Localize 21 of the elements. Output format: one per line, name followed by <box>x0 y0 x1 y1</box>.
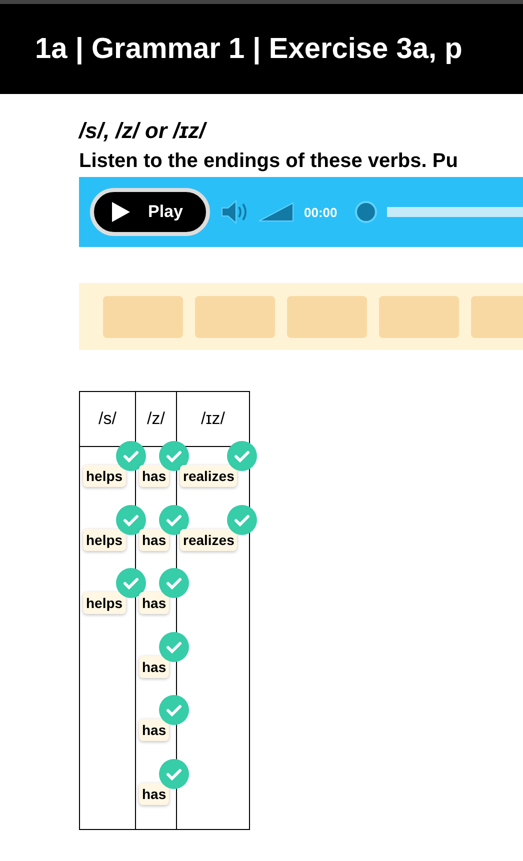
play-icon <box>112 202 130 222</box>
word-tag[interactable]: has <box>139 719 170 742</box>
progress-handle[interactable] <box>355 201 378 223</box>
word-tag[interactable]: helps <box>83 592 126 614</box>
word-tag[interactable]: helps <box>83 465 126 487</box>
column-header: /s/ <box>80 392 136 446</box>
word-tag[interactable]: helps <box>83 528 126 551</box>
progress-track[interactable] <box>387 207 523 217</box>
word-tag[interactable]: has <box>139 656 170 678</box>
play-button[interactable]: Play <box>90 188 210 236</box>
word-tag[interactable]: has <box>139 592 170 614</box>
page-title: 1a | Grammar 1 | Exercise 3a, p <box>35 32 462 66</box>
exercise-heading: /s/, /z/ or /ɪz/ <box>79 118 208 144</box>
word-tag[interactable]: realizes <box>180 465 238 487</box>
word-tag[interactable]: has <box>139 782 170 805</box>
word-tag[interactable]: has <box>139 528 170 551</box>
speaker-icon[interactable] <box>220 200 248 224</box>
instruction-text: Listen to the endings of these verbs. Pu <box>79 150 459 173</box>
time-display: 00:00 <box>304 204 338 220</box>
word-tag[interactable]: realizes <box>180 528 238 551</box>
word-tag[interactable]: has <box>139 465 170 487</box>
